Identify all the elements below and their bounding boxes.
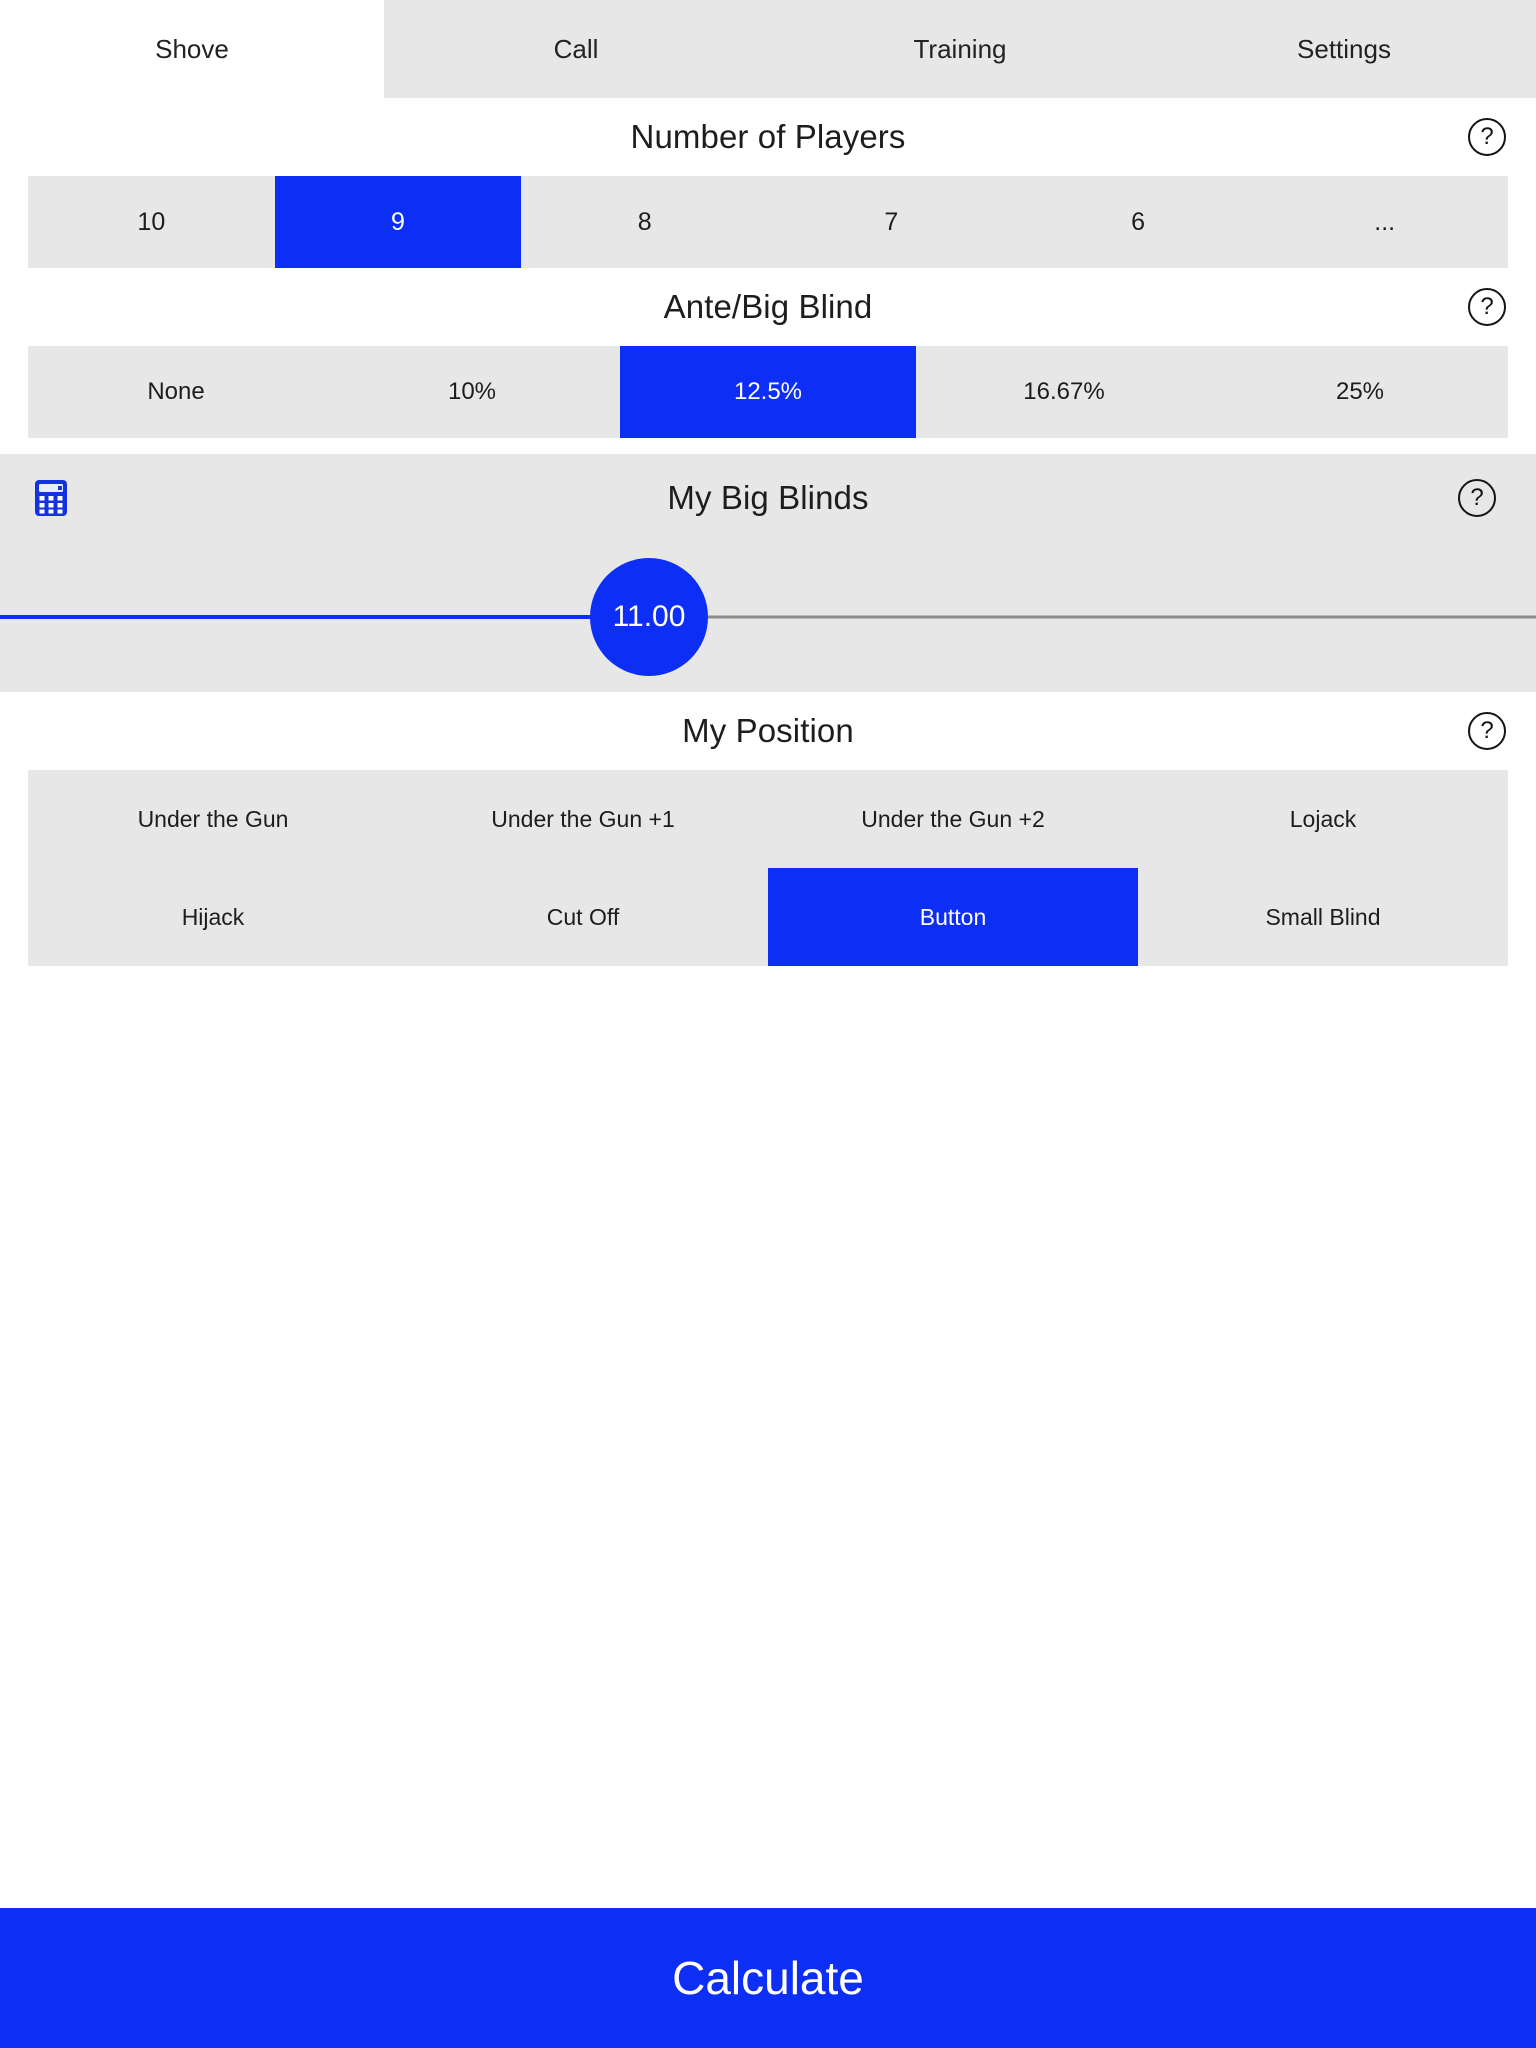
tab-call-label: Call: [553, 33, 599, 64]
my-position-header: My Position ?: [0, 692, 1536, 770]
page-title-ante-big-blind: Ante/Big Blind: [663, 288, 873, 325]
tab-settings[interactable]: Settings: [1152, 0, 1536, 98]
position-option-small-blind-label: Small Blind: [1265, 903, 1381, 930]
position-option-cutoff[interactable]: Cut Off: [398, 868, 768, 966]
position-option-button-label: Button: [919, 903, 987, 930]
big-blinds-slider[interactable]: 11.00: [0, 542, 1536, 692]
tab-settings-label: Settings: [1297, 33, 1391, 64]
page-title-my-big-blinds: My Big Blinds: [667, 479, 869, 516]
tab-shove[interactable]: Shove: [0, 0, 384, 98]
position-option-small-blind[interactable]: Small Blind: [1138, 868, 1508, 966]
help-icon-my-position[interactable]: ?: [1468, 712, 1506, 750]
players-option-more-label: ...: [1374, 207, 1396, 236]
slider-thumb[interactable]: 11.00: [590, 558, 708, 676]
players-option-8-label: 8: [637, 207, 652, 236]
position-option-hijack-label: Hijack: [181, 903, 245, 930]
ante-option-10-label: 10%: [447, 378, 497, 405]
tab-shove-label: Shove: [155, 33, 229, 64]
position-option-utg-label: Under the Gun: [137, 805, 289, 832]
page-title-number-of-players: Number of Players: [630, 118, 906, 155]
calculate-button[interactable]: Calculate: [0, 1908, 1536, 2048]
ante-option-125-label: 12.5%: [733, 378, 803, 405]
players-option-more[interactable]: ...: [1261, 176, 1508, 268]
help-icon-ante-big-blind[interactable]: ?: [1468, 288, 1506, 326]
question-mark-glyph: ?: [1480, 293, 1494, 320]
ante-option-1667[interactable]: 16.67%: [916, 346, 1212, 438]
calculate-button-label: Calculate: [672, 1952, 864, 2004]
position-option-utg2-label: Under the Gun +2: [861, 805, 1045, 832]
ante-option-25-label: 25%: [1335, 378, 1385, 405]
position-option-lojack-label: Lojack: [1289, 805, 1357, 832]
help-icon-number-of-players[interactable]: ?: [1468, 118, 1506, 156]
position-option-utg1[interactable]: Under the Gun +1: [398, 770, 768, 868]
players-option-6-label: 6: [1131, 207, 1145, 236]
position-option-utg[interactable]: Under the Gun: [28, 770, 398, 868]
position-option-lojack[interactable]: Lojack: [1138, 770, 1508, 868]
position-option-cutoff-label: Cut Off: [546, 903, 620, 930]
ante-option-125[interactable]: 12.5%: [620, 346, 916, 438]
my-big-blinds-section: My Big Blinds ? 11.00: [0, 454, 1536, 692]
players-option-9[interactable]: 9: [274, 176, 522, 268]
number-of-players-header: Number of Players ?: [0, 98, 1536, 176]
ante-option-10[interactable]: 10%: [324, 346, 620, 438]
players-option-10-label: 10: [137, 207, 166, 236]
my-position-control-wrap: Under the Gun Under the Gun +1 Under the…: [28, 770, 1508, 966]
players-option-6[interactable]: 6: [1015, 176, 1262, 268]
number-of-players-control-wrap: 10 9 8 7 6 ...: [28, 176, 1508, 268]
tab-training[interactable]: Training: [768, 0, 1152, 98]
slider-fill: [0, 615, 649, 619]
tab-bar: Shove Call Training Settings: [0, 0, 1536, 98]
ante-option-none-label: None: [147, 378, 205, 405]
my-position-grid: Under the Gun Under the Gun +1 Under the…: [28, 770, 1508, 966]
ante-option-none[interactable]: None: [28, 346, 324, 438]
players-option-8[interactable]: 8: [521, 176, 768, 268]
position-option-hijack[interactable]: Hijack: [28, 868, 398, 966]
my-big-blinds-header: My Big Blinds ?: [0, 454, 1536, 542]
ante-big-blind-control-wrap: None 10% 12.5% 16.67% 25%: [28, 346, 1508, 438]
question-mark-glyph: ?: [1470, 484, 1484, 511]
position-option-button[interactable]: Button: [768, 868, 1138, 966]
page-title-my-position: My Position: [682, 712, 854, 749]
slider-value-label: 11.00: [612, 600, 686, 633]
question-mark-glyph: ?: [1480, 123, 1494, 150]
ante-option-1667-label: 16.67%: [1023, 378, 1105, 405]
players-option-7-label: 7: [884, 207, 899, 236]
tab-training-label: Training: [913, 33, 1007, 64]
ante-option-25[interactable]: 25%: [1212, 346, 1508, 438]
players-option-10[interactable]: 10: [28, 176, 275, 268]
calculator-icon[interactable]: [34, 479, 68, 517]
tab-call[interactable]: Call: [384, 0, 768, 98]
help-icon-my-big-blinds[interactable]: ?: [1458, 479, 1496, 517]
players-option-9-label: 9: [391, 207, 405, 236]
number-of-players-segmented-control: 10 9 8 7 6 ...: [28, 176, 1508, 268]
position-option-utg1-label: Under the Gun +1: [491, 805, 675, 832]
ante-big-blind-segmented-control: None 10% 12.5% 16.67% 25%: [28, 346, 1508, 438]
players-option-7[interactable]: 7: [768, 176, 1015, 268]
question-mark-glyph: ?: [1480, 717, 1494, 744]
ante-big-blind-header: Ante/Big Blind ?: [0, 268, 1536, 346]
position-option-utg2[interactable]: Under the Gun +2: [768, 770, 1138, 868]
